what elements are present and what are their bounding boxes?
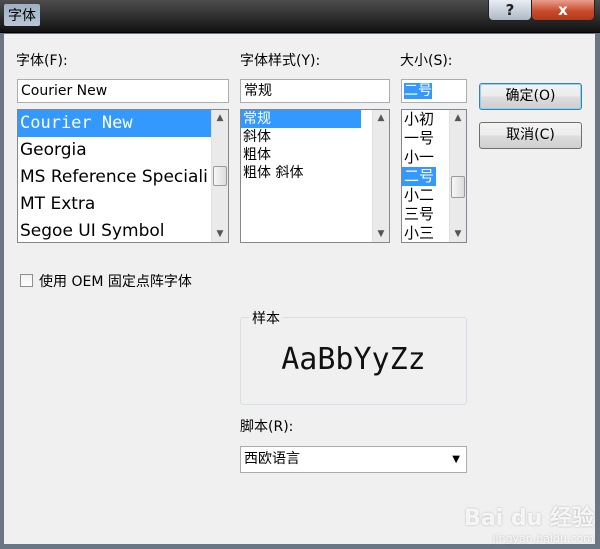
script-label: 脚本(R): — [240, 419, 294, 435]
title-bar: 字体 ? x — [0, 0, 600, 33]
font-input[interactable]: Courier New — [17, 79, 229, 103]
size-label: 大小(S): — [400, 53, 453, 69]
list-item[interactable]: MS Reference Speciali — [18, 164, 228, 191]
close-button[interactable]: x — [531, 0, 595, 21]
window-title: 字体 — [4, 4, 40, 26]
list-item[interactable]: 二号 — [402, 167, 436, 186]
close-icon: x — [558, 1, 568, 19]
list-item[interactable]: Courier New — [18, 110, 228, 137]
sample-label: 样本 — [249, 308, 283, 328]
size-list[interactable]: 小初 一号 小一 二号 小二 三号 小三 ▲ ▼ — [401, 109, 467, 243]
size-input[interactable]: 二号 — [401, 79, 467, 103]
list-item[interactable]: 粗体 斜体 — [241, 164, 389, 182]
list-item[interactable]: 斜体 — [241, 128, 389, 146]
oem-checkbox[interactable] — [20, 274, 33, 287]
font-list[interactable]: Courier New Georgia MS Reference Special… — [17, 109, 229, 243]
list-item[interactable]: Georgia — [18, 137, 228, 164]
list-item[interactable]: Segoe UI Symbol — [18, 218, 228, 242]
watermark-brand: Bai du 经验 — [464, 506, 594, 531]
scroll-thumb[interactable] — [213, 166, 227, 186]
list-item[interactable]: 粗体 — [241, 146, 389, 164]
style-input[interactable]: 常规 — [240, 79, 390, 103]
script-value: 西欧语言 — [244, 451, 300, 467]
font-label: 字体(F): — [16, 53, 68, 69]
chevron-down-icon: ▼ — [452, 454, 460, 465]
script-select[interactable]: 西欧语言 ▼ — [240, 446, 467, 473]
scroll-thumb[interactable] — [451, 176, 465, 198]
size-input-value: 二号 — [404, 83, 432, 99]
watermark: Bai du 经验 jingyan.baidu.com — [464, 500, 594, 545]
style-list[interactable]: 常规 斜体 粗体 粗体 斜体 ▲ ▼ — [240, 109, 390, 243]
scroll-down-icon[interactable]: ▼ — [212, 226, 228, 242]
style-label: 字体样式(Y): — [240, 53, 321, 69]
help-button[interactable]: ? — [488, 0, 532, 21]
scroll-up-icon[interactable]: ▲ — [450, 110, 466, 126]
sample-group: 样本 AaBbYyZz — [240, 308, 467, 405]
scroll-down-icon[interactable]: ▼ — [373, 226, 389, 242]
cancel-button[interactable]: 取消(C) — [479, 122, 582, 149]
list-item[interactable]: 常规 — [241, 110, 361, 128]
list-item[interactable]: MT Extra — [18, 191, 228, 218]
help-icon: ? — [505, 1, 515, 19]
ok-button[interactable]: 确定(O) — [479, 83, 582, 110]
scroll-up-icon[interactable]: ▲ — [212, 110, 228, 126]
font-list-scrollbar[interactable]: ▲ ▼ — [211, 110, 228, 242]
oem-label: 使用 OEM 固定点阵字体 — [39, 274, 192, 290]
sample-text: AaBbYyZz — [281, 342, 426, 377]
scroll-down-icon[interactable]: ▼ — [450, 226, 466, 242]
scroll-up-icon[interactable]: ▲ — [373, 110, 389, 126]
watermark-url: jingyan.baidu.com — [492, 532, 594, 545]
dialog-body: 字体(F): Courier New Courier New Georgia M… — [4, 34, 595, 544]
style-list-scrollbar[interactable]: ▲ ▼ — [372, 110, 389, 242]
size-list-scrollbar[interactable]: ▲ ▼ — [449, 110, 466, 242]
